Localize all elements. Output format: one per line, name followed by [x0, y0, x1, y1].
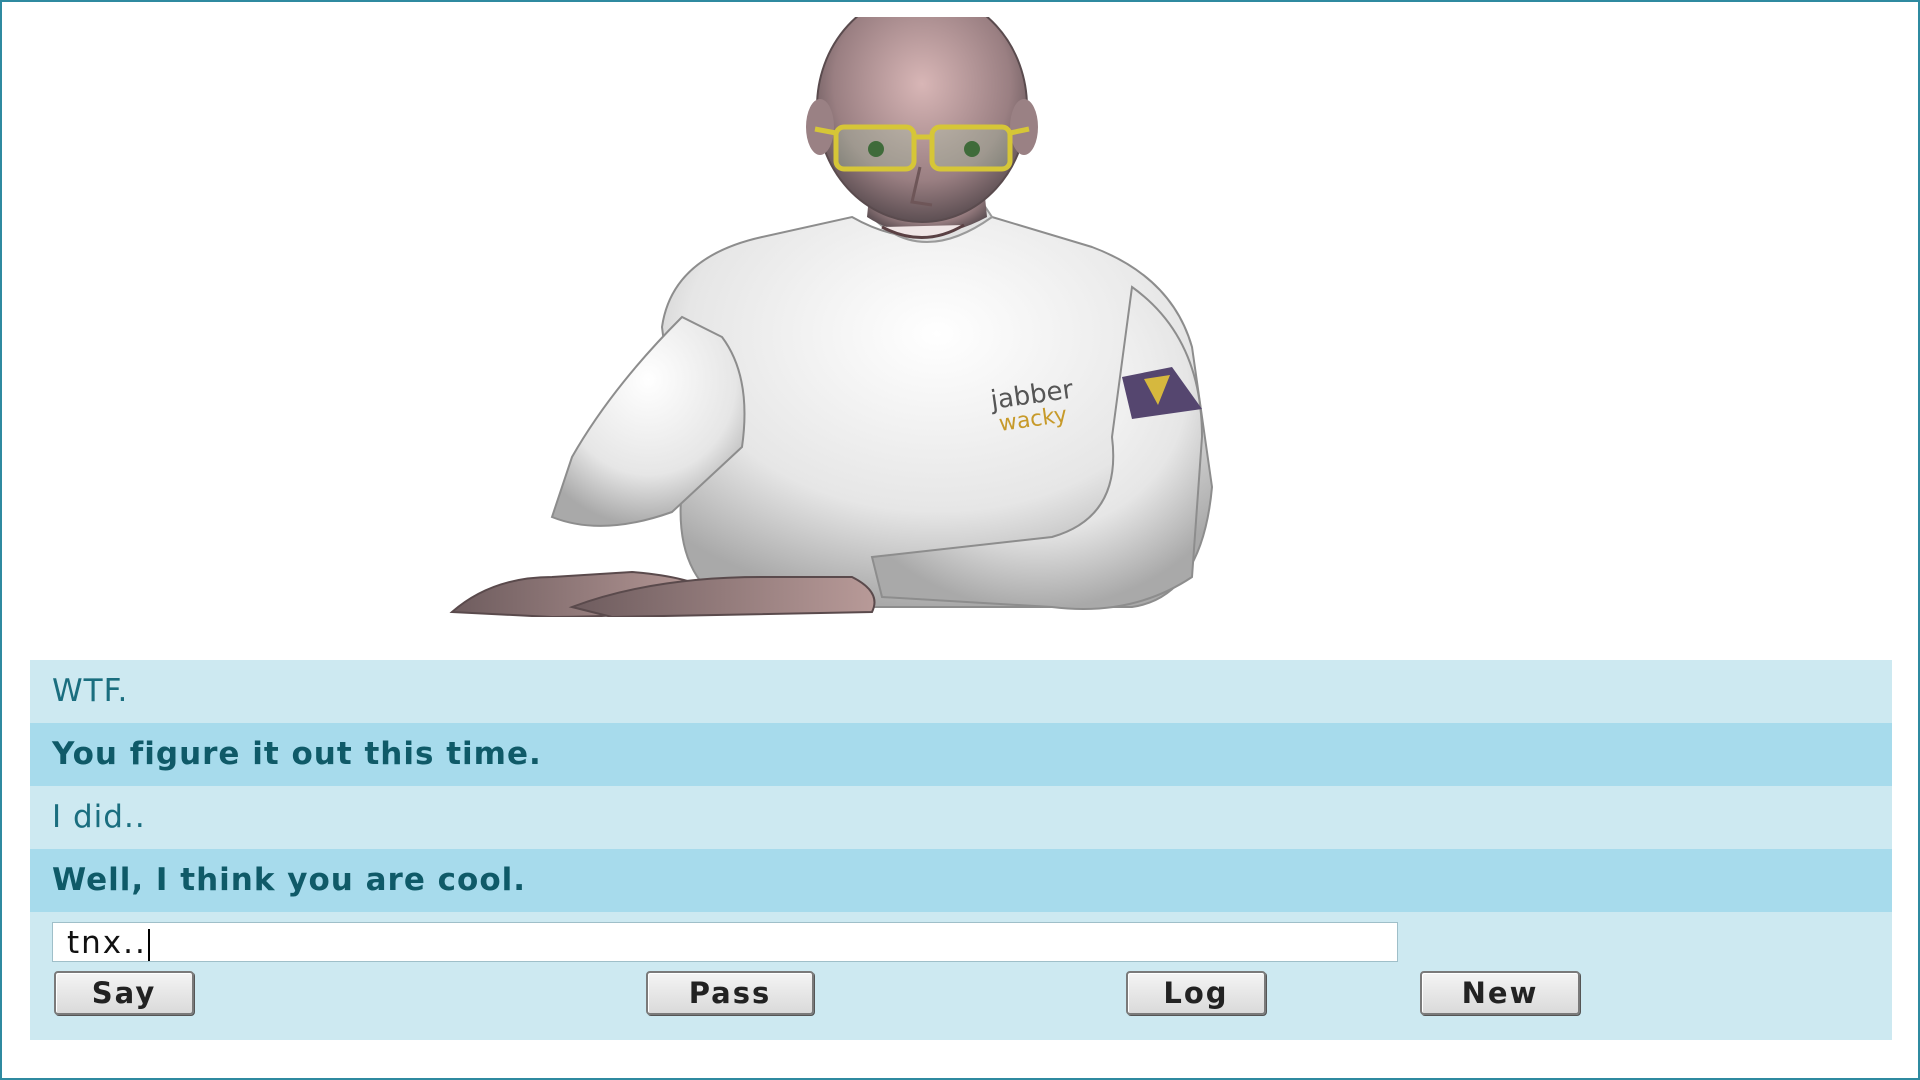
pass-button[interactable]: Pass — [646, 971, 814, 1015]
chat-message-bot: Well, I think you are cool. — [30, 849, 1892, 912]
avatar-image: jabber wacky — [432, 0, 1492, 619]
chat-message-user: WTF. — [30, 660, 1892, 723]
new-button[interactable]: New — [1420, 971, 1580, 1015]
input-row: tnx.. Say Pass Log New — [30, 912, 1892, 1040]
chat-input[interactable]: tnx.. — [52, 922, 1398, 962]
chat-message-bot: You figure it out this time. — [30, 723, 1892, 786]
say-button[interactable]: Say — [54, 971, 194, 1015]
log-button[interactable]: Log — [1126, 971, 1266, 1015]
chat-input-value: tnx.. — [67, 925, 147, 961]
chat-message-user: I did.. — [30, 786, 1892, 849]
avatar-figure: jabber wacky — [449, 0, 1214, 619]
text-caret — [147, 928, 150, 961]
chat-log: WTF. You figure it out this time. I did.… — [30, 660, 1892, 1040]
chat-window: jabber wacky WTF. You figure it out this… — [0, 0, 1920, 1080]
